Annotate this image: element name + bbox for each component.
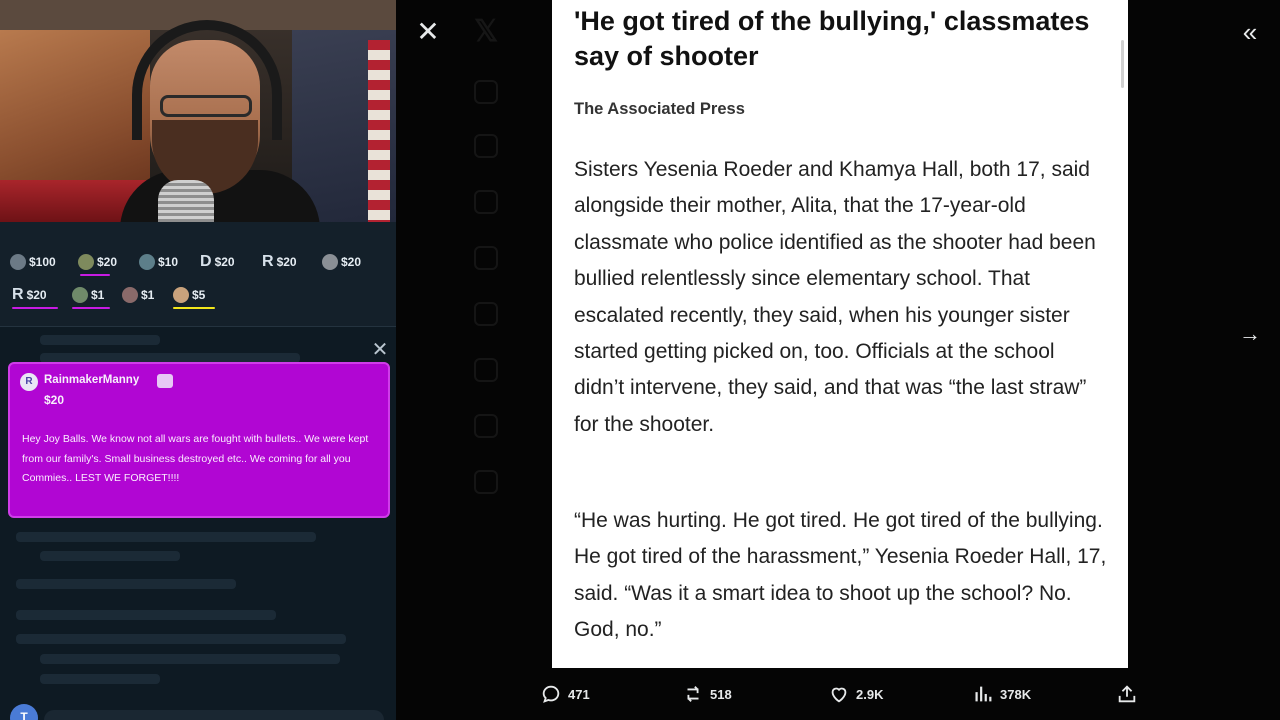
tip-item[interactable]: R $20 xyxy=(12,285,58,309)
reply-count: 471 xyxy=(568,686,590,702)
tip-leaderboard: $100 $20 $10 D $20 R $20 $20 R $20 $1 $1… xyxy=(0,222,396,326)
tip-amount: $5 xyxy=(192,288,206,302)
tip-item[interactable]: $5 xyxy=(173,285,215,309)
screen: $100 $20 $10 D $20 R $20 $20 R $20 $1 $1… xyxy=(0,0,1280,720)
views-icon xyxy=(975,686,992,702)
heart-icon xyxy=(831,687,847,703)
tipper-avatar-icon xyxy=(122,287,138,303)
article-paragraph: Sisters Yesenia Roeder and Khamya Hall, … xyxy=(574,158,1096,436)
tip-item[interactable]: $100 xyxy=(10,252,56,272)
tip-item[interactable]: $1 xyxy=(72,285,110,309)
user-avatar[interactable]: T xyxy=(10,704,38,720)
search-icon xyxy=(474,134,498,158)
tipper-avatar-icon xyxy=(139,254,155,270)
tipper-avatar-icon: R xyxy=(12,286,24,303)
flag xyxy=(368,40,390,222)
repost-count: 518 xyxy=(710,686,732,702)
share-button[interactable] xyxy=(1116,682,1138,706)
bookmarks-icon xyxy=(474,358,498,382)
tip-amount: $20 xyxy=(276,255,297,269)
view-count: 378K xyxy=(1000,686,1032,702)
tipper-avatar-icon: D xyxy=(200,253,212,270)
messages-icon xyxy=(474,246,498,270)
x-logo-icon: 𝕏 xyxy=(474,15,499,48)
article-paragraph: “He was hurting. He got tired. He got ti… xyxy=(574,509,1107,642)
notifications-icon xyxy=(474,190,498,214)
article-screenshot: 'He got tired of the bullying,' classmat… xyxy=(552,0,1128,668)
donor-avatar: R xyxy=(20,373,38,391)
tip-item[interactable]: $20 xyxy=(78,252,118,276)
article-headline: 'He got tired of the bullying,' classmat… xyxy=(574,6,1090,71)
repost-button[interactable]: 518 xyxy=(682,682,732,706)
webcam-feed xyxy=(0,0,396,222)
tipper-avatar-icon xyxy=(173,287,189,303)
donor-username[interactable]: RainmakerManny xyxy=(44,374,139,386)
more-icon xyxy=(474,470,498,494)
tip-amount: $20 xyxy=(341,255,362,269)
subscriber-badge-icon xyxy=(157,374,173,388)
tip-item[interactable]: $20 xyxy=(322,252,361,272)
profile-icon xyxy=(474,414,498,438)
donation-message: Hey Joy Balls. We know not all wars are … xyxy=(22,433,369,484)
share-icon xyxy=(1118,685,1136,703)
tipper-avatar-icon xyxy=(322,254,338,270)
home-icon xyxy=(474,80,498,104)
tip-amount: $10 xyxy=(158,255,179,269)
tip-amount: $20 xyxy=(97,255,118,269)
double-chevron-left-icon[interactable]: « xyxy=(1238,18,1262,46)
tip-amount: $20 xyxy=(26,288,47,302)
article-byline: The Associated Press xyxy=(574,100,745,118)
tip-amount: $1 xyxy=(141,288,155,302)
tipper-avatar-icon xyxy=(10,254,26,270)
tip-item[interactable]: D $20 xyxy=(200,252,235,272)
donation-amount: $20 xyxy=(44,393,65,407)
chat-input[interactable] xyxy=(44,710,384,720)
close-icon[interactable]: ✕ xyxy=(416,18,440,46)
tip-amount: $100 xyxy=(29,255,56,269)
donation-alert: R RainmakerManny $20 Hey Joy Balls. We k… xyxy=(8,362,390,518)
chat-input-bar: T xyxy=(0,700,396,720)
like-count: 2.9K xyxy=(856,686,884,702)
tipper-avatar-icon: R xyxy=(262,253,274,270)
tip-item[interactable]: $1 xyxy=(122,285,154,305)
reply-button[interactable]: 471 xyxy=(540,682,590,706)
media-viewer: 𝕏 ✕ « → 'He got tired of the bullying,' … xyxy=(396,0,1280,720)
tip-item[interactable]: R $20 xyxy=(262,252,297,272)
tipper-avatar-icon xyxy=(72,287,88,303)
arrow-right-icon[interactable]: → xyxy=(1238,320,1262,348)
tip-item[interactable]: $10 xyxy=(139,252,178,272)
post-actions: 471 518 2.9K 378K xyxy=(396,670,1280,720)
tipper-avatar-icon xyxy=(78,254,94,270)
repost-icon xyxy=(687,686,699,702)
views-button[interactable]: 378K xyxy=(972,682,1031,706)
tip-amount: $20 xyxy=(214,255,235,269)
stream-panel: $100 $20 $10 D $20 R $20 $20 R $20 $1 $1… xyxy=(0,0,396,720)
close-alert-icon[interactable]: ✕ xyxy=(370,340,390,360)
like-button[interactable]: 2.9K xyxy=(828,682,883,706)
scrollbar xyxy=(1121,40,1124,88)
lists-icon xyxy=(474,302,498,326)
microphone xyxy=(158,180,214,222)
tip-amount: $1 xyxy=(91,288,105,302)
reply-icon xyxy=(542,685,560,703)
